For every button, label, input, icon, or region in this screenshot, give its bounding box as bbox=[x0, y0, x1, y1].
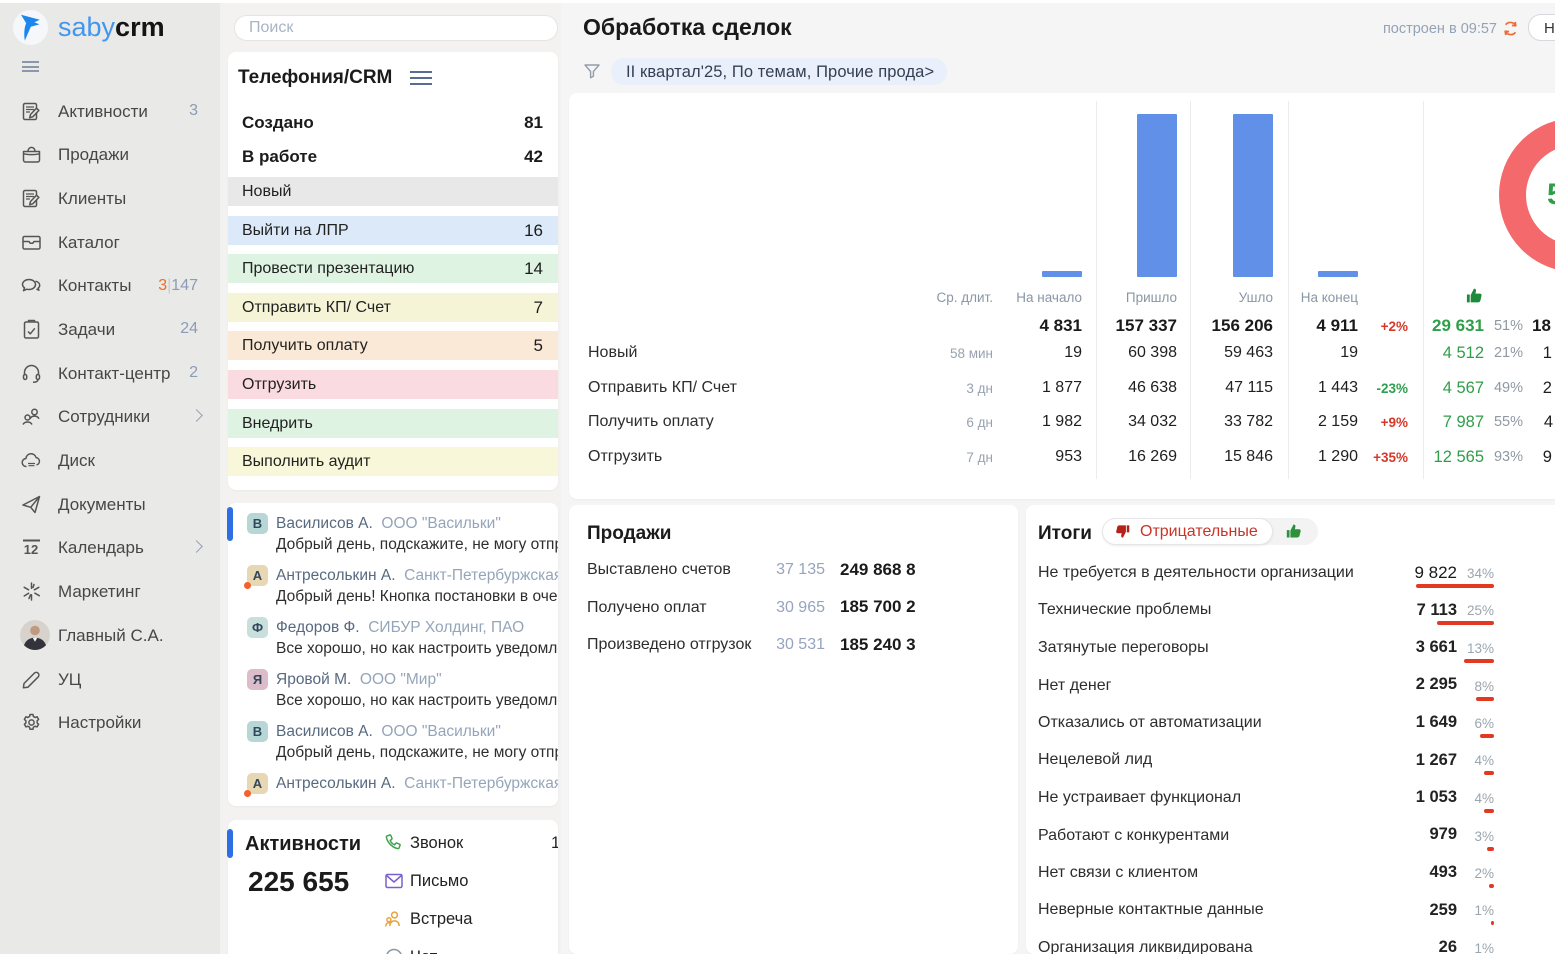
svg-text:12: 12 bbox=[24, 542, 38, 557]
